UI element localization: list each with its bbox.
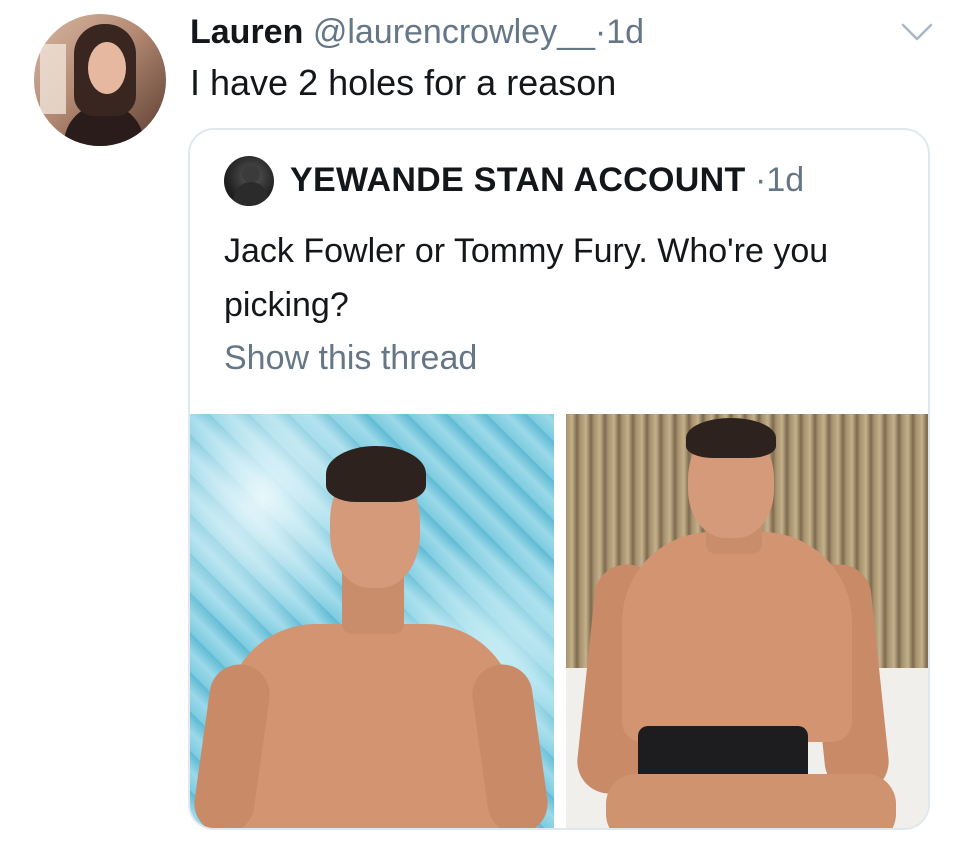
avatar-face xyxy=(88,42,126,94)
quoted-tweet-header: YEWANDE STAN ACCOUNT ·1d xyxy=(290,158,804,202)
timestamp[interactable]: 1d xyxy=(606,13,644,51)
quoted-avatar-figure xyxy=(232,165,270,206)
quoted-author-name[interactable]: YEWANDE STAN ACCOUNT xyxy=(290,161,746,199)
quoted-tweet-card[interactable]: YEWANDE STAN ACCOUNT ·1d Jack Fowler or … xyxy=(188,128,930,830)
chevron-down-icon[interactable] xyxy=(900,20,934,44)
photo-left-torso xyxy=(226,624,516,828)
quoted-media xyxy=(190,414,928,828)
photo-left[interactable] xyxy=(190,414,554,828)
tweet-header: Lauren @laurencrowley__·1d xyxy=(190,10,644,54)
tweet-text: I have 2 holes for a reason xyxy=(190,62,617,103)
quoted-timestamp[interactable]: 1d xyxy=(766,161,804,199)
quoted-avatar[interactable] xyxy=(224,156,274,206)
show-thread-link[interactable]: Show this thread xyxy=(224,336,477,380)
author-name[interactable]: Lauren xyxy=(190,13,303,51)
photo-right-leg xyxy=(606,774,896,828)
photo-left-hair xyxy=(326,446,426,502)
author-handle[interactable]: @laurencrowley__ xyxy=(313,13,595,51)
photo-right[interactable] xyxy=(566,414,928,828)
avatar-background-shelf xyxy=(40,44,66,114)
photo-right-torso xyxy=(622,532,852,742)
separator-dot: · xyxy=(594,13,607,51)
avatar[interactable] xyxy=(34,14,166,146)
quoted-tweet-text: Jack Fowler or Tommy Fury. Who're you pi… xyxy=(224,232,829,324)
photo-right-hair xyxy=(686,418,776,458)
tweet: Lauren @laurencrowley__·1d I have 2 hole… xyxy=(0,0,960,848)
separator-dot: · xyxy=(755,161,767,199)
